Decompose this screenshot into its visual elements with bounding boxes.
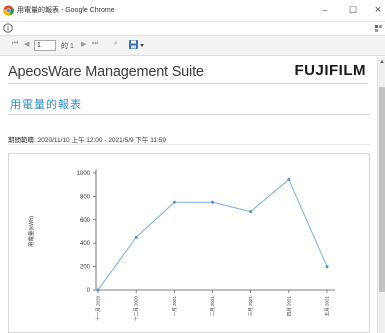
previous-page-button[interactable]: ◀ — [24, 40, 29, 48]
minimize-button[interactable]: – — [316, 2, 334, 18]
chrome-icon — [3, 5, 14, 16]
x-tick-label: 四月 2021 — [286, 296, 292, 317]
data-point — [172, 200, 176, 204]
chart-frame: 0 200 400 600 800 1000 用電量(kWh) 十一月 2020 十二月 202… — [8, 153, 370, 333]
data-point — [96, 288, 100, 292]
data-point — [211, 200, 214, 204]
y-axis-title: 用電量(kWh) — [28, 216, 35, 247]
x-tick-label: 十二月 2020 — [133, 296, 140, 321]
browser-titlebar: 用電量的報表 - Google Chrome – ☐ × — [0, 0, 385, 22]
data-point — [287, 177, 291, 181]
title-divider — [8, 114, 370, 115]
x-tick-label: 十一月 2020 — [95, 296, 102, 321]
window-title: 用電量的報表 - Google Chrome — [17, 7, 115, 14]
period-divider — [8, 144, 370, 145]
y-tick-label: 1000 — [77, 171, 91, 177]
suite-title: ApeosWare Management Suite — [8, 64, 204, 80]
report-header: ApeosWare Management Suite FUJIFILM — [8, 60, 368, 84]
y-tick-label: 600 — [80, 218, 91, 224]
y-tick-label: 800 — [80, 194, 91, 200]
report-period: 期間範疇: 2020/11/10 上午 12:00 - 2021/5/9 下午 … — [8, 137, 167, 144]
next-page-button[interactable]: ▶ — [81, 40, 86, 48]
series-line — [97, 178, 328, 291]
y-tick-label: 400 — [80, 241, 91, 247]
y-tick-label: 200 — [80, 265, 91, 271]
fujifilm-logo: FUJIFILM — [294, 62, 366, 79]
y-tick-label: 0 — [87, 288, 91, 294]
vertical-scrollbar[interactable]: ▲ — [377, 57, 385, 333]
usage-line-chart: 0 200 400 600 800 1000 用電量(kWh) 十一月 2020 十二月 202… — [28, 169, 335, 321]
scroll-up-arrow[interactable]: ▲ — [379, 59, 385, 65]
x-tick-label: 三月 2021 — [248, 296, 254, 317]
extension-icon[interactable] — [374, 24, 384, 33]
data-point — [134, 235, 138, 239]
info-icon[interactable] — [3, 23, 13, 33]
find-icon[interactable]: ⌕ — [114, 40, 118, 48]
data-point — [249, 210, 253, 214]
report-title: 用電量的報表 — [10, 99, 82, 111]
x-tick-label: 一月 2021 — [172, 296, 178, 317]
last-page-button[interactable]: ⏭ — [92, 40, 98, 48]
scroll-thumb[interactable] — [379, 87, 385, 292]
x-tick-label: 二月 2021 — [210, 296, 216, 317]
first-page-button[interactable]: ⏮ — [12, 40, 18, 48]
address-bar[interactable] — [0, 22, 385, 36]
close-button[interactable]: × — [369, 2, 385, 18]
page-count-label: 的 1 — [61, 43, 74, 50]
maximize-button[interactable]: ☐ — [344, 2, 362, 18]
data-point — [325, 265, 329, 269]
report-viewer-toolbar: ⏮ ◀ 的 1 ▶ ⏭ ⌕ — [0, 36, 385, 56]
export-save-icon[interactable] — [128, 39, 146, 51]
x-tick-label: 五月 2021 — [325, 296, 331, 317]
page-number-input[interactable] — [34, 40, 56, 51]
